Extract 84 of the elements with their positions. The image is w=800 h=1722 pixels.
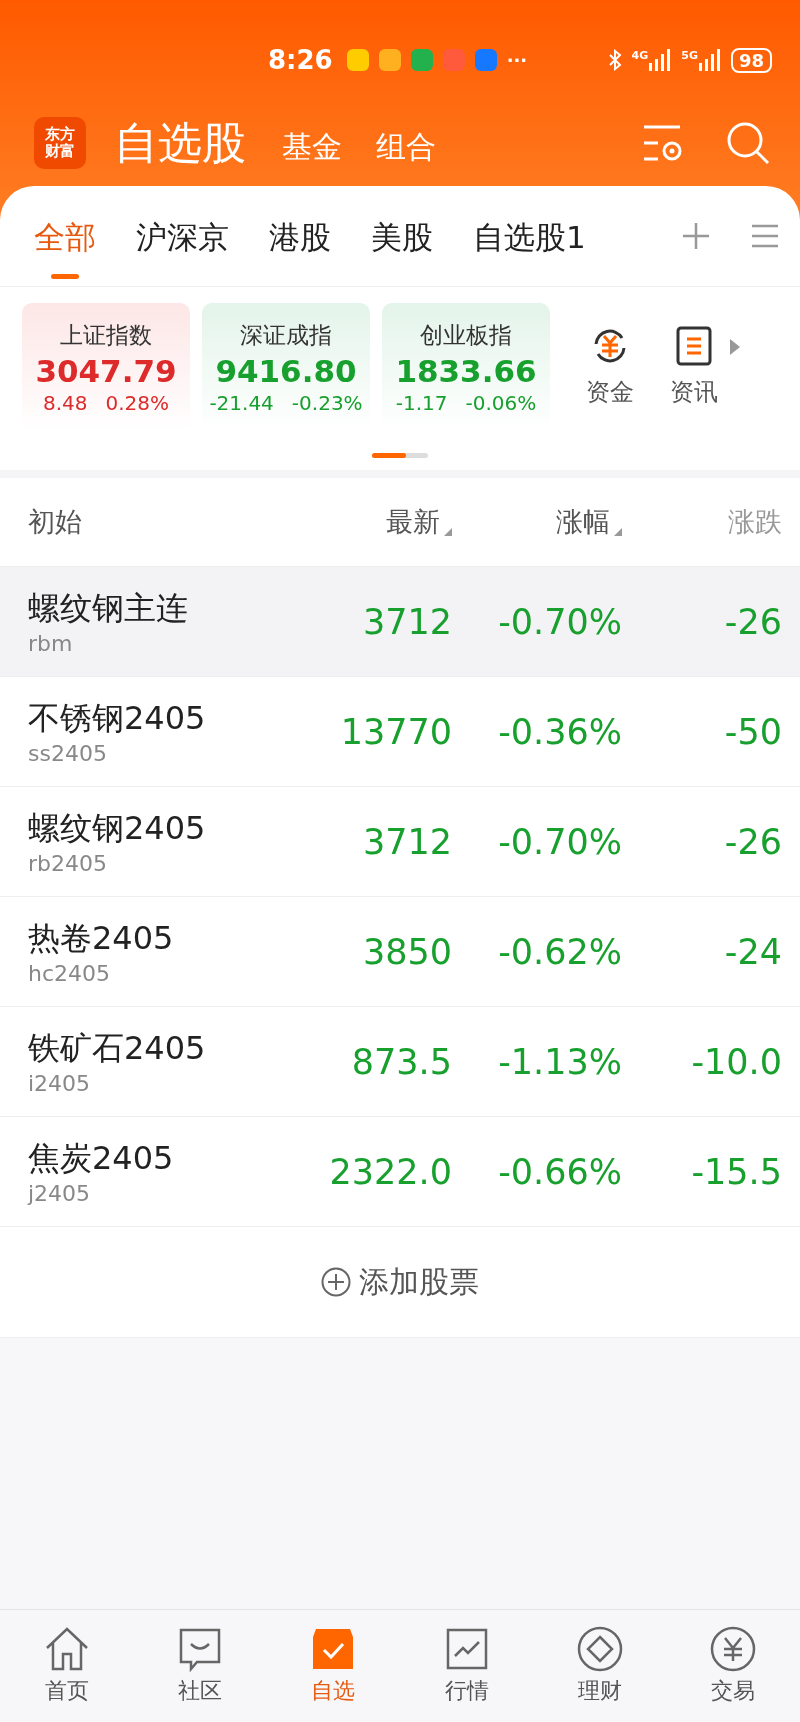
index-percent: -0.23% xyxy=(291,390,363,415)
search-icon[interactable] xyxy=(726,121,770,165)
index-change: 8.48 xyxy=(42,390,88,415)
market-tab[interactable]: 美股 xyxy=(371,203,433,281)
column-header[interactable]: 最新 xyxy=(282,504,452,540)
column-header[interactable]: 涨幅 xyxy=(452,504,622,540)
index-value: 1833.66 xyxy=(395,352,537,389)
price-cell-text: 3712 xyxy=(361,601,452,642)
change-cell-text: -24 xyxy=(723,931,783,972)
market-tab[interactable]: 沪深京 xyxy=(136,203,229,281)
yuan-icon xyxy=(710,1626,757,1672)
stock-name: 螺纹钢主连 xyxy=(28,588,189,629)
app-logo: 东方 财富 xyxy=(34,117,86,169)
nav-item[interactable]: 理财 xyxy=(533,1610,667,1722)
bluetooth-icon xyxy=(607,49,622,71)
stock-code: j2405 xyxy=(28,1181,92,1206)
status-time: 8:26 xyxy=(268,45,333,75)
chat-bubble-icon xyxy=(177,1626,223,1672)
menu-icon[interactable] xyxy=(752,224,778,248)
caret-icon[interactable] xyxy=(730,339,740,355)
price-cell-text: 3712 xyxy=(361,821,452,862)
stock-code: i2405 xyxy=(28,1071,92,1096)
plus-circle-icon xyxy=(321,1267,351,1297)
change-cell-text: -26 xyxy=(723,821,783,862)
nav-item[interactable]: 社区 xyxy=(133,1610,267,1722)
signal-icon xyxy=(698,49,721,71)
index-change: -21.44 xyxy=(209,390,274,415)
page-indicator xyxy=(372,453,428,458)
sort-icon[interactable] xyxy=(614,528,622,536)
network-label: 4G xyxy=(631,49,649,62)
stock-row[interactable]: 螺纹钢主连 rbm 3712 -0.70% -26 xyxy=(0,567,800,677)
more-notifications: ··· xyxy=(506,49,528,71)
signal-icon xyxy=(649,49,672,71)
stock-row[interactable]: 螺纹钢2405 rb2405 3712 -0.70% -26 xyxy=(0,787,800,897)
index-value: 3047.79 xyxy=(35,352,177,389)
add-icon[interactable] xyxy=(682,222,710,250)
price-cell-text: 13770 xyxy=(339,711,452,752)
stock-name: 热卷2405 xyxy=(28,918,175,959)
index-change: -1.17 xyxy=(395,390,448,415)
stock-code: rb2405 xyxy=(28,851,108,876)
shortcut-button[interactable]: 资金 xyxy=(586,326,634,408)
price-cell-text: 3850 xyxy=(361,931,452,972)
stock-name: 焦炭2405 xyxy=(28,1138,175,1179)
percent-cell-text: -0.70% xyxy=(497,601,622,642)
percent-cell-text: -0.36% xyxy=(497,711,622,752)
index-percent: 0.28% xyxy=(105,390,170,415)
stock-name: 铁矿石2405 xyxy=(28,1028,207,1069)
stock-row[interactable]: 不锈钢2405 ss2405 13770 -0.36% -50 xyxy=(0,677,800,787)
index-name: 创业板指 xyxy=(420,320,512,350)
market-tab[interactable]: 港股 xyxy=(269,203,331,281)
stock-name: 螺纹钢2405 xyxy=(28,808,207,849)
index-name: 深证成指 xyxy=(240,320,332,350)
network-label: 5G xyxy=(681,49,698,62)
change-cell-text: -26 xyxy=(723,601,783,642)
stock-code: hc2405 xyxy=(28,961,112,986)
percent-cell-text: -0.66% xyxy=(497,1151,622,1192)
index-percent: -0.06% xyxy=(465,390,537,415)
stock-code: ss2405 xyxy=(28,741,108,766)
percent-cell-text: -1.13% xyxy=(497,1041,622,1082)
battery-level: 98 xyxy=(730,47,772,73)
document-icon xyxy=(676,326,712,366)
change-cell-text: -15.5 xyxy=(690,1151,783,1192)
price-cell-text: 873.5 xyxy=(350,1041,452,1082)
price-cell-text: 2322.0 xyxy=(328,1151,452,1192)
percent-cell-text: -0.62% xyxy=(497,931,622,972)
change-cell-text: -10.0 xyxy=(690,1041,783,1082)
shortcut-button[interactable]: 资讯 xyxy=(670,326,718,408)
nav-item[interactable]: 交易 xyxy=(666,1610,800,1722)
market-tab[interactable]: 全部 xyxy=(34,203,96,281)
nav-item[interactable]: 行情 xyxy=(400,1610,534,1722)
stock-row[interactable]: 焦炭2405 j2405 2322.0 -0.66% -15.5 xyxy=(0,1117,800,1227)
change-cell-text: -50 xyxy=(723,711,783,752)
index-name: 上证指数 xyxy=(60,320,152,350)
index-value: 9416.80 xyxy=(215,352,357,389)
percent-cell-text: -0.70% xyxy=(497,821,622,862)
column-header[interactable]: 初始 xyxy=(28,504,282,540)
sort-icon[interactable] xyxy=(444,528,452,536)
stock-row[interactable]: 热卷2405 hc2405 3850 -0.62% -24 xyxy=(0,897,800,1007)
market-tab[interactable]: 自选股1 xyxy=(473,203,586,281)
stock-code: rbm xyxy=(28,631,74,656)
add-stock-button[interactable]: 添加股票 xyxy=(315,1260,485,1304)
stock-row[interactable]: 铁矿石2405 i2405 873.5 -1.13% -10.0 xyxy=(0,1007,800,1117)
stock-name: 不锈钢2405 xyxy=(28,698,207,739)
nav-item[interactable]: 首页 xyxy=(0,1610,134,1722)
